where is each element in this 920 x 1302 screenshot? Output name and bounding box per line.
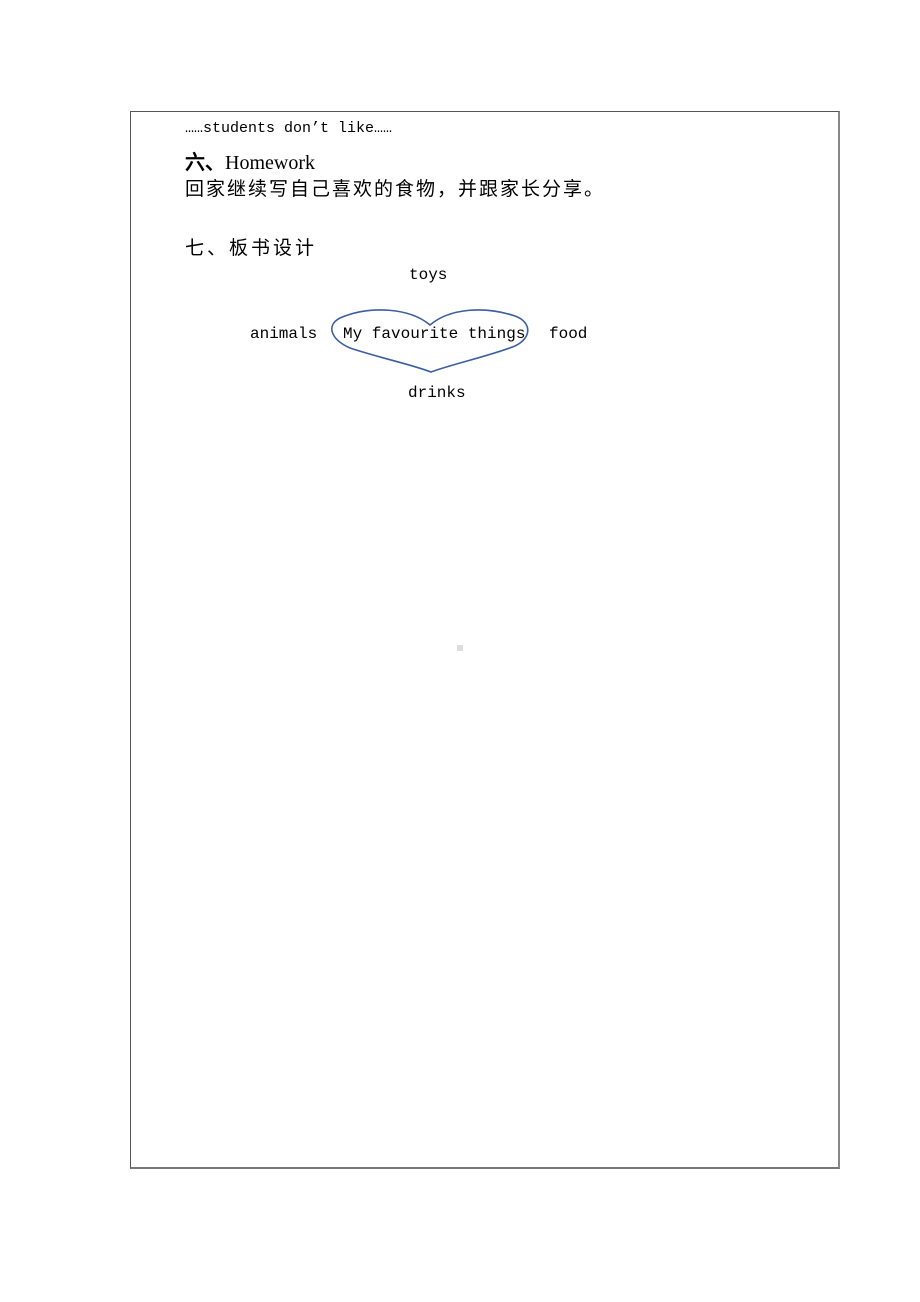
board-word-food: food xyxy=(549,325,588,343)
board-word-drinks: drinks xyxy=(408,384,466,402)
heart-shape xyxy=(331,309,529,373)
board-word-animals: animals xyxy=(250,325,318,343)
board-center-title: My favourite things xyxy=(343,325,526,343)
board-word-toys: toys xyxy=(409,266,448,284)
placeholder-dot xyxy=(457,645,463,651)
